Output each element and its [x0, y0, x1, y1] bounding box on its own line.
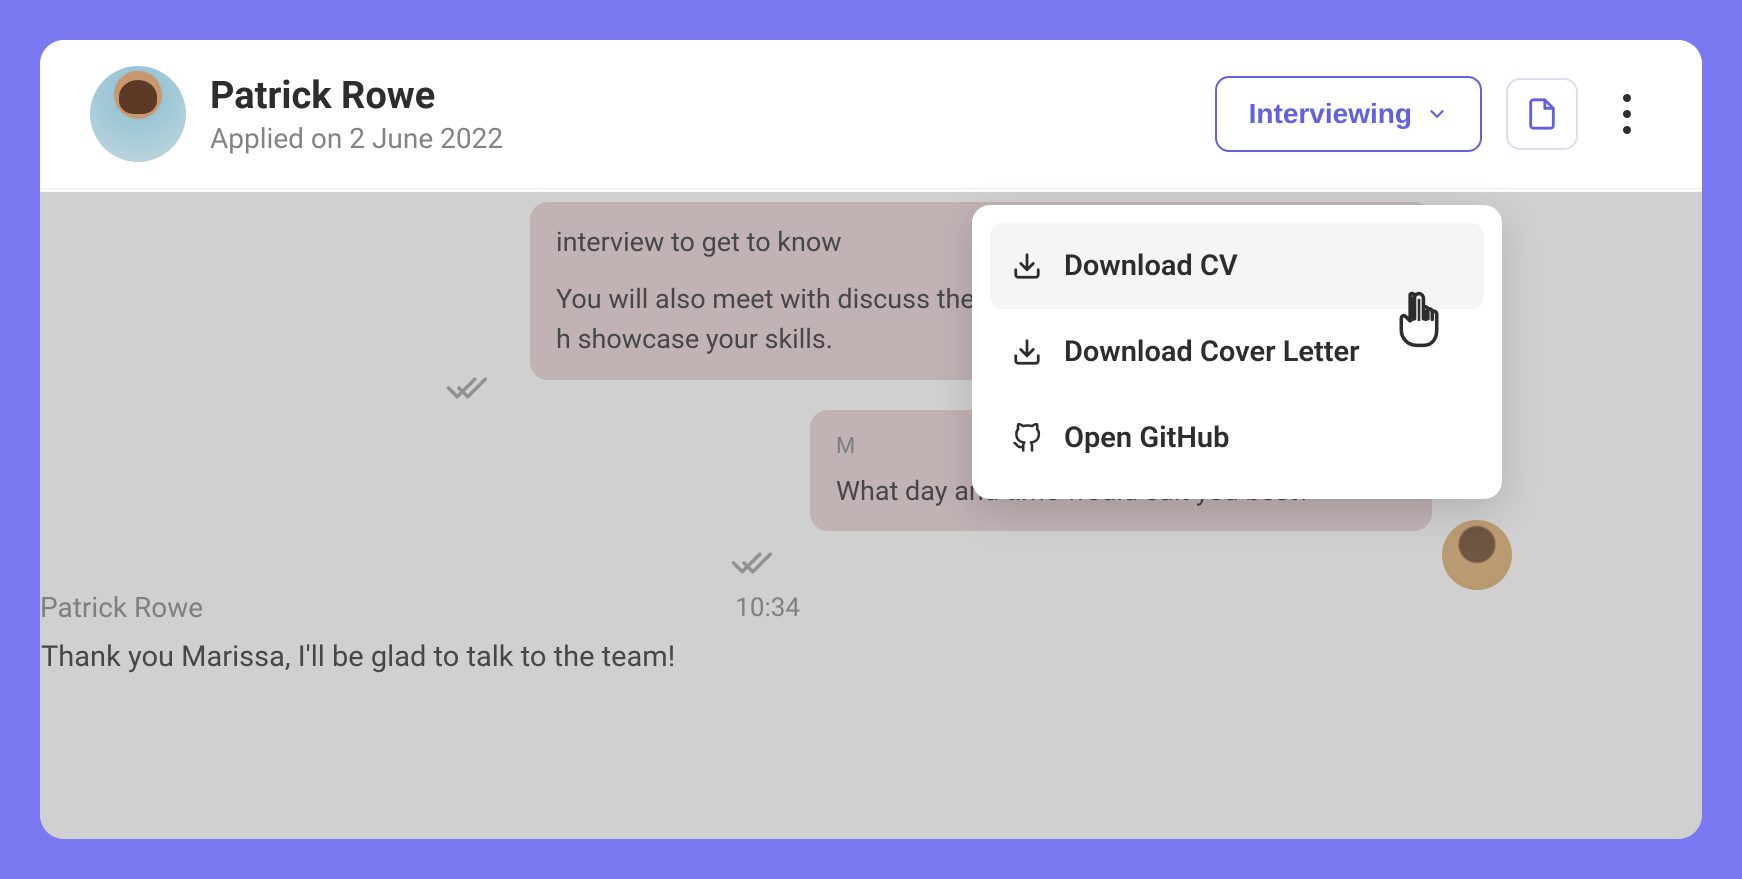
cursor-pointer-icon [1391, 290, 1447, 352]
dot-icon [1623, 110, 1631, 118]
more-options-button[interactable] [1602, 78, 1652, 150]
dropdown-item-label: Download Cover Letter [1064, 335, 1360, 369]
dropdown-item-label: Open GitHub [1064, 421, 1229, 455]
dot-icon [1623, 126, 1631, 134]
status-dropdown-button[interactable]: Interviewing [1215, 76, 1482, 152]
dropdown-item-label: Download CV [1064, 249, 1238, 283]
document-button[interactable] [1506, 78, 1578, 150]
candidate-avatar[interactable] [90, 66, 186, 162]
candidate-header: Patrick Rowe Applied on 2 June 2022 Inte… [40, 40, 1702, 189]
applied-date: Applied on 2 June 2022 [210, 122, 1191, 155]
download-icon [1012, 337, 1042, 367]
candidate-info: Patrick Rowe Applied on 2 June 2022 [210, 74, 1191, 155]
actions-dropdown: Download CV Download Cover Letter Open G… [972, 205, 1502, 499]
status-label: Interviewing [1249, 98, 1412, 130]
file-icon [1525, 97, 1559, 131]
candidate-name: Patrick Rowe [210, 74, 1191, 118]
dot-icon [1623, 94, 1631, 102]
github-icon [1012, 423, 1042, 453]
chevron-down-icon [1426, 103, 1448, 125]
app-window: Patrick Rowe Applied on 2 June 2022 Inte… [40, 40, 1702, 839]
open-github-item[interactable]: Open GitHub [990, 395, 1484, 481]
download-icon [1012, 251, 1042, 281]
